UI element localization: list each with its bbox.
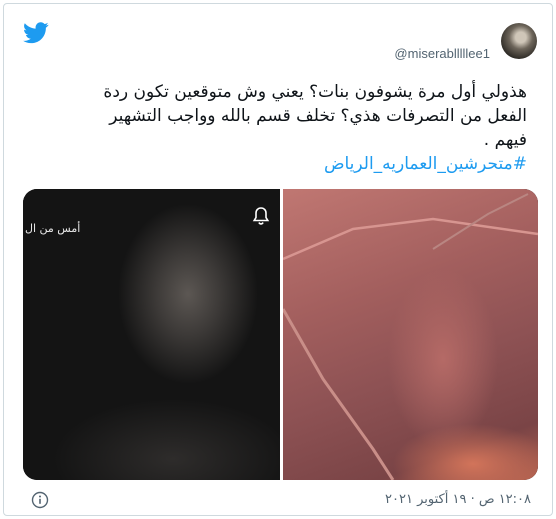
hashtag-link[interactable]: #متحرشين_العماريه_الرياض xyxy=(22,152,527,176)
info-icon[interactable] xyxy=(31,491,49,509)
tweet-text-line: هذولي أول مرة يشوفون بنات؟ يعني وش متوقع… xyxy=(103,82,527,102)
tweet-text: هذولي أول مرة يشوفون بنات؟ يعني وش متوقع… xyxy=(22,80,527,176)
bell-icon xyxy=(252,207,270,225)
video-overlay-text: أمس من ال xyxy=(25,222,81,235)
tweet-text-line: فيهم . xyxy=(483,130,527,150)
tweet-text-line: الفعل من التصرفات هذي؟ تخلف قسم بالله وو… xyxy=(109,106,527,126)
video-thumbnail-right[interactable] xyxy=(283,189,538,480)
tweet-embed-card[interactable]: @miserablllllee1 هذولي أول مرة يشوفون بن… xyxy=(3,3,553,516)
avatar[interactable] xyxy=(501,23,537,59)
media-scene-lines xyxy=(283,193,538,480)
tweet-timestamp[interactable]: ١٢:٠٨ ص · ١٩ أكتوبر ٢٠٢١ xyxy=(385,492,531,507)
video-thumbnail-left[interactable]: أمس من ال xyxy=(23,189,280,480)
tweet-media[interactable]: أمس من ال xyxy=(23,189,538,480)
twitter-bird-icon[interactable] xyxy=(23,22,49,44)
username-link[interactable]: @miserablllllee1 xyxy=(394,46,490,61)
